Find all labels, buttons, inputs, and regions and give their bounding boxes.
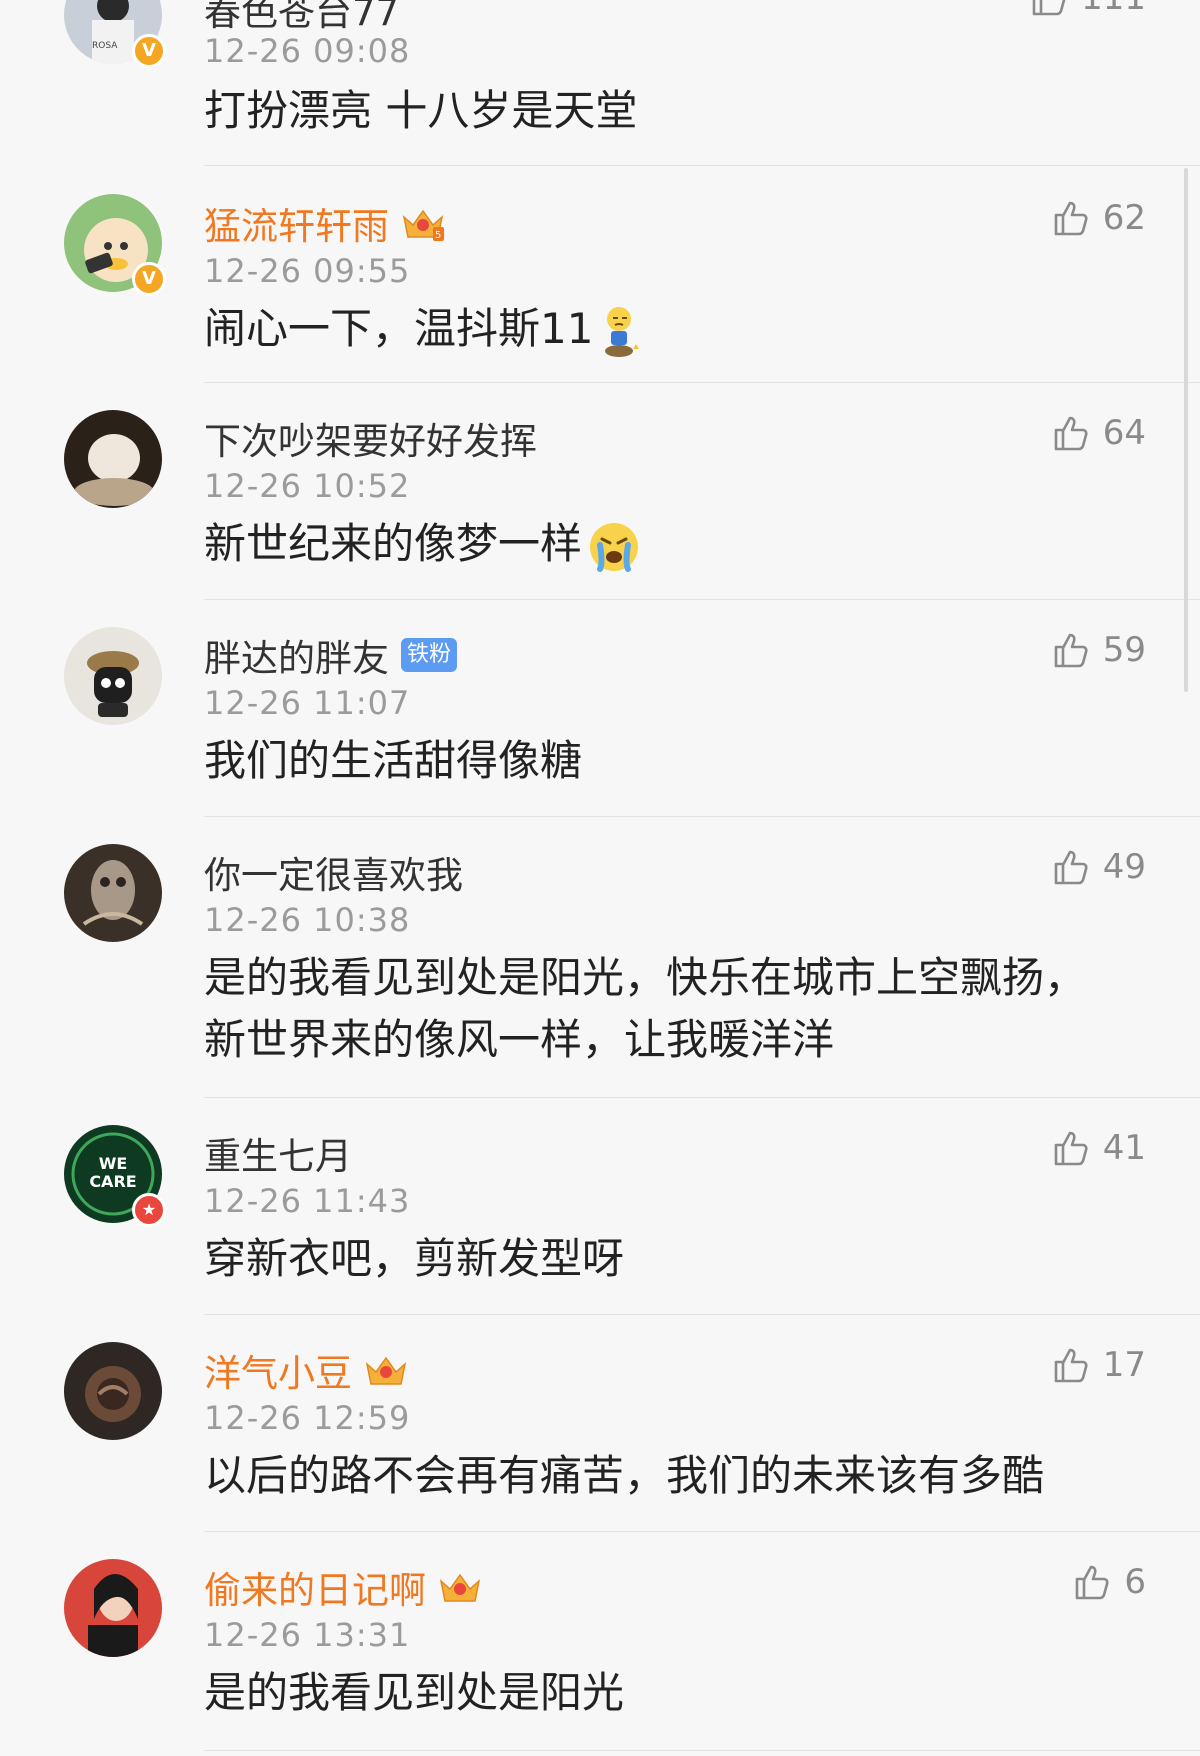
comment-text: 是的我看见到处是阳光 [204,1668,625,1717]
comment-item: 下次吵架要好好发挥 64 12-26 10:52 新世纪来的像梦一样 [0,383,1200,600]
kneeling-emoji-icon [605,306,640,357]
username[interactable]: 你一定很喜欢我 [204,845,463,899]
crying-emoji-icon [590,522,639,572]
like-button[interactable]: 6 [1072,1562,1146,1602]
avatar[interactable]: V [64,194,166,296]
verified-badge-icon: V [132,262,166,296]
comment-item: WE CARE ★ 重生七月 41 12-26 11:43 穿新衣吧，剪新发型呀 [0,1098,1200,1315]
like-count: 111 [1081,0,1146,18]
avatar[interactable] [64,410,162,508]
like-count: 59 [1102,630,1146,670]
avatar[interactable] [64,627,162,725]
timestamp: 12-26 09:08 [204,32,411,70]
username[interactable]: 胖达的胖友 铁粉 [204,628,458,682]
thumbs-up-icon [1032,0,1066,16]
username[interactable]: 下次吵架要好好发挥 [204,411,537,465]
like-count: 64 [1102,413,1146,453]
like-count: 62 [1102,198,1146,238]
comment-text: 新世纪来的像梦一样 [204,513,1124,575]
timestamp: 12-26 10:38 [204,901,411,939]
thumbs-up-icon [1076,1565,1109,1600]
like-count: 49 [1102,847,1146,887]
comment-text: 闹心一下，温抖斯11 [204,298,1124,360]
comment-item: ROSA V 春色苍台77 111 12-26 09:08 打扮漂亮 十八岁是天… [0,0,1200,166]
avatar[interactable]: WE CARE ★ [64,1125,166,1227]
like-count: 41 [1102,1128,1146,1168]
scrollbar[interactable] [1184,168,1188,692]
username-text[interactable]: 洋气小豆 [204,1343,352,1397]
comment-text: 打扮漂亮 十八岁是天堂 [204,86,638,135]
like-button[interactable]: 64 [1051,413,1146,453]
username-text[interactable]: 你一定很喜欢我 [204,845,463,899]
timestamp: 12-26 11:07 [204,684,411,722]
like-button[interactable]: 17 [1051,1345,1146,1385]
divider [204,1750,1200,1751]
comment-text: 穿新衣吧，剪新发型呀 [204,1234,625,1283]
username[interactable]: 猛流轩轩雨 5 [204,196,445,250]
crown-vip-icon [439,1573,481,1602]
username-text[interactable]: 胖达的胖友 [204,628,389,682]
username-text[interactable]: 重生七月 [204,1126,352,1180]
username[interactable]: 偷来的日记啊 [204,1560,482,1614]
avatar[interactable] [64,844,162,942]
comment-item: 胖达的胖友 铁粉 59 12-26 11:07 我们的生活甜得像糖 [0,600,1200,817]
username-text[interactable]: 猛流轩轩雨 [204,196,389,250]
comment-text-body: 闹心一下，温抖斯11 [204,304,594,353]
like-count: 17 [1102,1345,1146,1385]
timestamp: 12-26 12:59 [204,1399,411,1437]
thumbs-up-icon [1054,416,1088,451]
like-button[interactable]: 41 [1051,1128,1146,1168]
username[interactable]: 洋气小豆 [204,1343,408,1397]
comment-list: ROSA V 春色苍台77 111 12-26 09:08 打扮漂亮 十八岁是天… [0,0,1200,1756]
thumbs-up-icon [1054,201,1088,236]
comment-item: V 猛流轩轩雨 5 62 12-26 09:55 闹心一下，温抖斯11 [0,166,1200,383]
comment-item: 洋气小豆 17 12-26 12:59 以后的路不会再有痛苦，我们的未来该有多酷 [0,1315,1200,1532]
crown-vip-icon: 5 [402,209,444,241]
fan-badge: 铁粉 [401,638,458,672]
avatar[interactable]: ROSA V [64,0,166,68]
svg-text:ROSA: ROSA [92,41,118,51]
username[interactable]: 重生七月 [204,1126,352,1180]
timestamp: 12-26 11:43 [204,1182,411,1220]
like-button[interactable]: 59 [1051,630,1146,670]
username-text[interactable]: 春色苍台77 [204,0,399,36]
username-text[interactable]: 偷来的日记啊 [204,1560,426,1614]
like-button[interactable]: 111 [1029,0,1146,18]
like-button[interactable]: 49 [1051,847,1146,887]
verified-badge-icon: V [132,34,166,68]
like-button[interactable]: 62 [1051,198,1146,238]
comment-item: 你一定很喜欢我 49 12-26 10:38 是的我看见到处是阳光，快乐在城市上… [0,817,1200,1098]
thumbs-up-icon [1054,850,1088,885]
comment-text: 我们的生活甜得像糖 [204,736,583,785]
like-count: 6 [1124,1562,1146,1602]
avatar-text-we: WE [99,1154,128,1173]
thumbs-up-icon [1054,1131,1088,1166]
timestamp: 12-26 10:52 [204,467,411,505]
comment-item: 偷来的日记啊 6 12-26 13:31 是的我看见到处是阳光 [0,1532,1200,1756]
timestamp: 12-26 13:31 [204,1616,411,1654]
thumbs-up-icon [1054,633,1088,668]
svg-text:5: 5 [435,230,441,241]
avatar-text-care: CARE [89,1172,136,1191]
comment-text-body: 新世纪来的像梦一样 [204,519,583,568]
avatar[interactable] [64,1342,162,1440]
comment-text: 以后的路不会再有痛苦，我们的未来该有多酷 [204,1451,1045,1500]
red-star-badge-icon: ★ [132,1193,166,1227]
timestamp: 12-26 09:55 [204,252,411,290]
username[interactable]: 春色苍台77 [204,0,399,36]
thumbs-up-icon [1054,1348,1088,1383]
comment-text: 是的我看见到处是阳光，快乐在城市上空飘扬，新世界来的像风一样，让我暖洋洋 [204,953,1087,1064]
crown-vip-icon [365,1356,407,1385]
username-text[interactable]: 下次吵架要好好发挥 [204,411,537,465]
avatar[interactable] [64,1559,162,1657]
